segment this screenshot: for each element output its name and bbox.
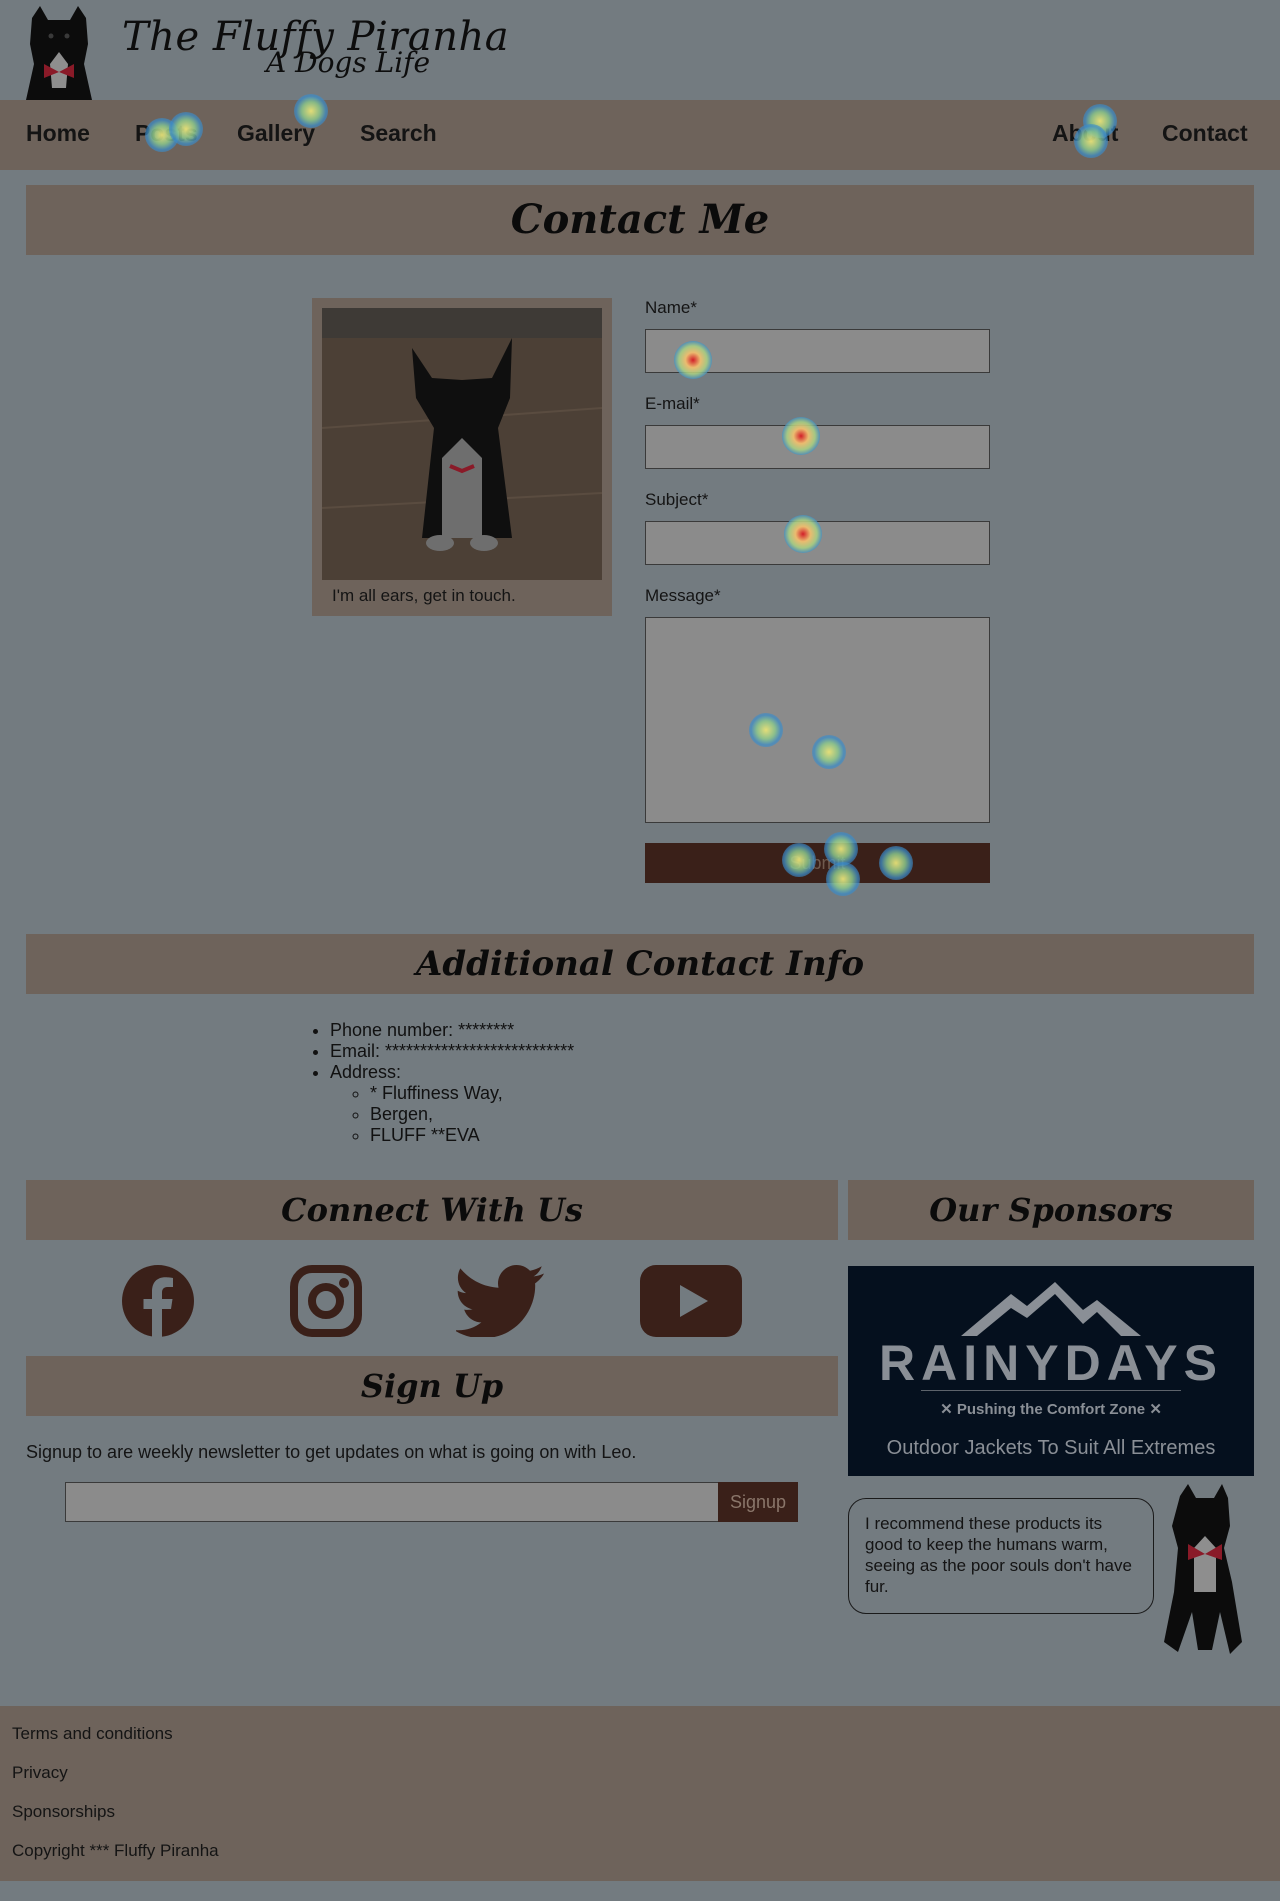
nav-about[interactable]: About bbox=[1052, 120, 1118, 147]
site-tagline: A Dogs Life bbox=[266, 46, 431, 79]
mountain-logo-icon bbox=[961, 1282, 1141, 1336]
dog-logo-icon[interactable] bbox=[18, 4, 100, 100]
address-item: Address: * Fluffiness Way, Bergen, FLUFF… bbox=[330, 1062, 574, 1146]
newsletter-email-input[interactable] bbox=[65, 1482, 719, 1522]
submit-button[interactable]: Submit bbox=[645, 843, 990, 883]
instagram-icon[interactable] bbox=[290, 1265, 362, 1337]
sponsors-title: Our Sponsors bbox=[848, 1180, 1254, 1240]
photo-card: I'm all ears, get in touch. bbox=[312, 298, 612, 616]
footer-copyright: Copyright *** Fluffy Piranha bbox=[12, 1841, 219, 1860]
connect-title: Connect With Us bbox=[26, 1180, 838, 1240]
email-item: Email: *************************** bbox=[330, 1041, 574, 1062]
nav-gallery[interactable]: Gallery bbox=[237, 120, 315, 147]
sponsor-slogan: ✕ Pushing the Comfort Zone ✕ bbox=[940, 1401, 1162, 1418]
nav-posts[interactable]: Posts bbox=[135, 120, 198, 147]
site-header: The Fluffy Piranha A Dogs Life bbox=[0, 0, 1280, 100]
sponsor-brand: RAINYDAYS bbox=[879, 1335, 1223, 1391]
site-footer: Terms and conditions Privacy Sponsorship… bbox=[0, 1706, 1280, 1881]
dog-mascot-icon bbox=[1164, 1484, 1242, 1654]
contact-info-list: Phone number: ******** Email: **********… bbox=[330, 1020, 574, 1146]
photo-caption: I'm all ears, get in touch. bbox=[332, 586, 516, 605]
address-label: Address: bbox=[330, 1062, 402, 1082]
contact-title: Contact Me bbox=[26, 185, 1254, 255]
footer-sponsorships-link[interactable]: Sponsorships bbox=[12, 1802, 115, 1822]
footer-privacy-link[interactable]: Privacy bbox=[12, 1763, 68, 1783]
signup-description: Signup to are weekly newsletter to get u… bbox=[26, 1442, 637, 1462]
twitter-icon[interactable] bbox=[456, 1265, 544, 1337]
subject-label: Subject* bbox=[645, 490, 709, 509]
name-label: Name* bbox=[645, 298, 697, 317]
signup-button[interactable]: Signup bbox=[718, 1482, 798, 1522]
signup-title: Sign Up bbox=[26, 1356, 838, 1416]
additional-info-title: Additional Contact Info bbox=[26, 934, 1254, 994]
address-line: * Fluffiness Way, bbox=[370, 1083, 574, 1104]
message-label: Message* bbox=[645, 586, 721, 605]
sponsor-divider bbox=[921, 1390, 1181, 1391]
main-nav: Home Posts Gallery Search About Contact bbox=[0, 100, 1280, 170]
address-line: FLUFF **EVA bbox=[370, 1125, 574, 1146]
facebook-icon[interactable] bbox=[122, 1265, 194, 1337]
sponsor-subtitle: Outdoor Jackets To Suit All Extremes bbox=[886, 1437, 1216, 1459]
dog-photo bbox=[322, 308, 602, 580]
youtube-icon[interactable] bbox=[640, 1265, 742, 1337]
footer-terms-link[interactable]: Terms and conditions bbox=[12, 1724, 173, 1744]
nav-home[interactable]: Home bbox=[26, 120, 90, 147]
subject-field[interactable] bbox=[645, 521, 990, 565]
message-field[interactable] bbox=[645, 617, 990, 823]
email-field[interactable] bbox=[645, 425, 990, 469]
address-line: Bergen, bbox=[370, 1104, 574, 1125]
phone-item: Phone number: ******** bbox=[330, 1020, 574, 1041]
name-field[interactable] bbox=[645, 329, 990, 373]
recommendation-bubble: I recommend these products its good to k… bbox=[848, 1498, 1154, 1614]
nav-contact[interactable]: Contact bbox=[1162, 120, 1248, 147]
nav-search[interactable]: Search bbox=[360, 120, 437, 147]
dog-photo-image bbox=[322, 308, 602, 580]
sponsor-banner[interactable]: RAINYDAYS ✕ Pushing the Comfort Zone ✕ O… bbox=[848, 1266, 1254, 1476]
email-label: E-mail* bbox=[645, 394, 700, 413]
